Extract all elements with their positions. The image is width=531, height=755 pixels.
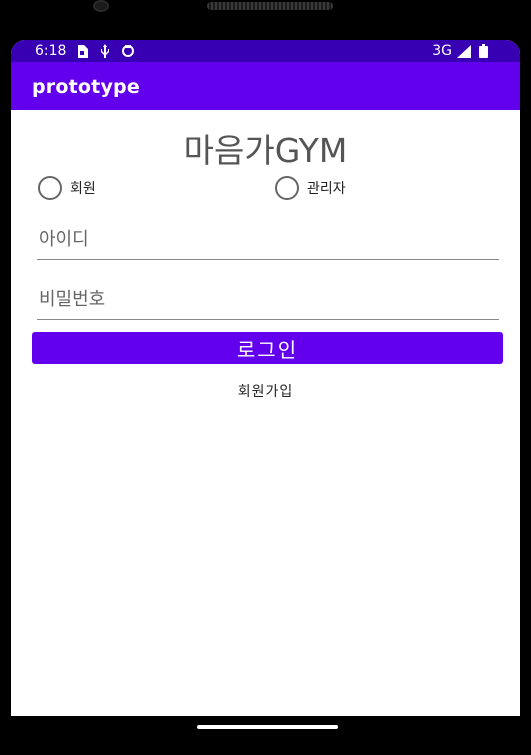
app-title: prototype (32, 76, 140, 98)
status-bar: 6:18 3G (11, 40, 520, 62)
user-type-radio-group: 회원 관리자 (11, 176, 520, 200)
password-input[interactable] (37, 280, 499, 320)
app-bar: prototype (11, 62, 520, 110)
battery-icon (476, 44, 490, 58)
radio-circle-icon[interactable] (38, 176, 62, 200)
status-right: 3G (432, 43, 490, 59)
home-indicator[interactable] (197, 725, 338, 729)
signup-link[interactable]: 회원가입 (11, 381, 520, 401)
network-type: 3G (432, 43, 452, 59)
login-button[interactable]: 로그인 (32, 332, 503, 364)
radio-admin[interactable]: 관리자 (275, 176, 346, 200)
usb-icon (98, 44, 112, 58)
earpiece-speaker (207, 2, 333, 10)
radio-member-label: 회원 (70, 181, 96, 197)
phone-frame: 6:18 3G prototype 마음가GYM 회원 관리자 아이디 로그인 … (0, 0, 531, 755)
sim-card-icon (75, 44, 89, 58)
status-left: 6:18 (35, 43, 135, 59)
navigation-bar (0, 716, 531, 755)
sync-icon (121, 44, 135, 58)
radio-circle-icon[interactable] (275, 176, 299, 200)
app-screen: 6:18 3G prototype 마음가GYM 회원 관리자 아이디 로그인 … (11, 40, 520, 716)
signal-icon (457, 44, 471, 58)
status-time: 6:18 (35, 43, 67, 59)
id-input[interactable] (37, 220, 499, 260)
page-title: 마음가GYM (183, 131, 348, 170)
front-camera (93, 0, 109, 12)
radio-member[interactable]: 회원 (38, 176, 96, 200)
radio-admin-label: 관리자 (307, 181, 346, 197)
